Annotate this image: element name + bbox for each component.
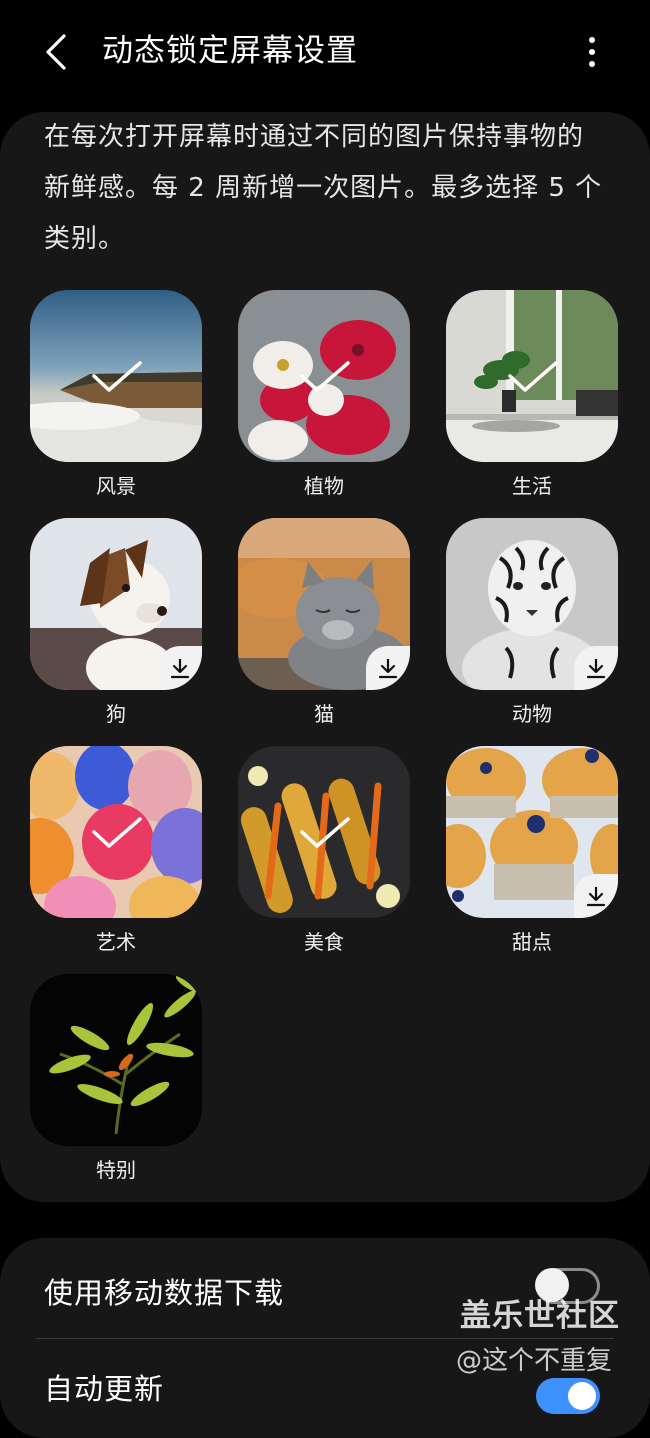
special-image (30, 974, 202, 1146)
category-tile-cat[interactable]: 猫 (238, 518, 410, 728)
mobile-data-download-label[interactable]: 使用移动数据下载 (44, 1270, 284, 1312)
more-options-button[interactable] (572, 30, 612, 74)
description-line: 类别。 (44, 224, 126, 254)
category-thumbnail[interactable] (446, 290, 618, 462)
category-label: 狗 (106, 702, 126, 726)
check-icon (300, 817, 350, 848)
watermark-user: @这个不重复 (456, 1346, 613, 1376)
more-vertical-icon-dot (589, 61, 595, 67)
category-label: 生活 (512, 474, 552, 498)
description-line: 新鲜感。每 2 周新增一次图片。最多选择 5 个 (44, 173, 603, 203)
download-icon (586, 887, 606, 907)
divider (36, 1338, 614, 1339)
category-tile-art[interactable]: 艺术 (30, 746, 202, 956)
category-thumbnail[interactable] (30, 518, 202, 690)
back-button[interactable] (34, 30, 78, 74)
category-label: 特别 (96, 1158, 136, 1182)
download-button[interactable] (158, 646, 202, 690)
page-title: 动态锁定屏幕设置 (102, 33, 358, 69)
download-icon (378, 659, 398, 679)
check-icon (92, 817, 142, 848)
auto-update-label[interactable]: 自动更新 (44, 1366, 164, 1408)
toggle-knob (568, 1382, 596, 1410)
category-tile-dessert[interactable]: 甜点 (446, 746, 618, 956)
category-thumbnail[interactable] (30, 290, 202, 462)
category-tile-life[interactable]: 生活 (446, 290, 618, 500)
category-thumbnail[interactable] (446, 518, 618, 690)
description-text: 在每次打开屏幕时通过不同的图片保持事物的 新鲜感。每 2 周新增一次图片。最多选… (44, 112, 614, 265)
more-vertical-icon-dot (589, 49, 595, 55)
check-icon (92, 361, 142, 392)
category-tile-scenery[interactable]: 风景 (30, 290, 202, 500)
category-thumbnail[interactable] (238, 746, 410, 918)
category-tile-food[interactable]: 美食 (238, 746, 410, 956)
category-thumbnail[interactable] (30, 746, 202, 918)
download-button[interactable] (366, 646, 410, 690)
category-tile-animals[interactable]: 动物 (446, 518, 618, 728)
category-tile-dog[interactable]: 狗 (30, 518, 202, 728)
description-line: 在每次打开屏幕时通过不同的图片保持事物的 (44, 122, 585, 152)
category-label: 艺术 (96, 930, 136, 954)
category-label: 甜点 (512, 930, 552, 954)
check-icon (508, 361, 558, 392)
category-tile-plants[interactable]: 植物 (238, 290, 410, 500)
download-icon (170, 659, 190, 679)
chevron-left-icon (46, 34, 66, 70)
download-icon (586, 659, 606, 679)
category-tile-special[interactable]: 特别 (30, 974, 202, 1184)
category-thumbnail[interactable] (30, 974, 202, 1146)
category-label: 美食 (304, 930, 344, 954)
category-thumbnail[interactable] (238, 290, 410, 462)
download-button[interactable] (574, 646, 618, 690)
watermark-community: 盖乐世社区 (460, 1298, 620, 1334)
app-bar: 动态锁定屏幕设置 (0, 0, 650, 105)
category-label: 动物 (512, 702, 552, 726)
category-thumbnail[interactable] (446, 746, 618, 918)
more-vertical-icon (589, 37, 595, 43)
category-label: 猫 (314, 702, 334, 726)
auto-update-toggle[interactable] (536, 1378, 600, 1414)
check-icon (300, 361, 350, 392)
category-thumbnail[interactable] (238, 518, 410, 690)
category-label: 植物 (304, 474, 344, 498)
download-button[interactable] (574, 874, 618, 918)
category-label: 风景 (96, 474, 136, 498)
